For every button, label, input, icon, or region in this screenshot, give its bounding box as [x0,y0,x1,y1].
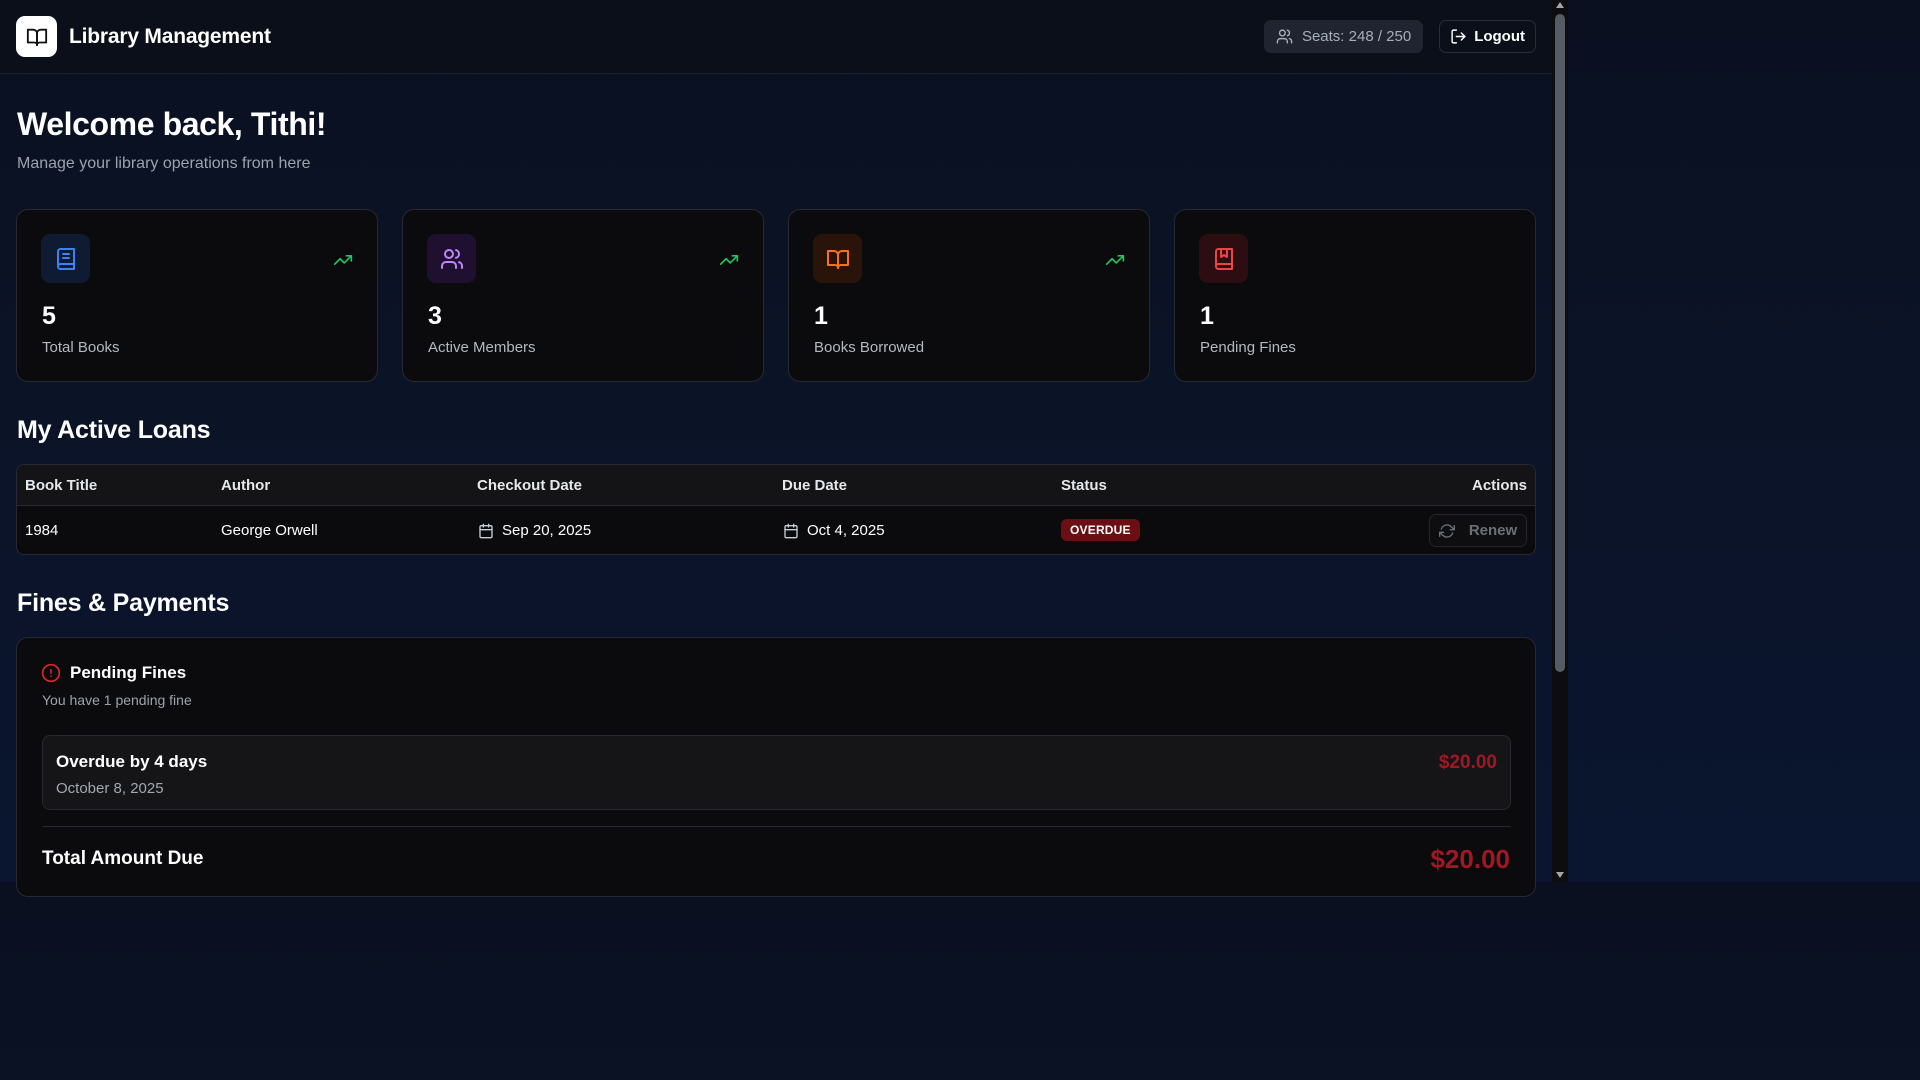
stat-label: Books Borrowed [814,339,925,356]
fine-date: October 8, 2025 [56,780,164,797]
pending-fines-card: Pending Fines You have 1 pending fine Ov… [16,637,1536,897]
due-date-text: Oct 4, 2025 [807,522,885,539]
calendar-icon [479,523,493,538]
fine-item: Overdue by 4 days October 8, 2025 $20.00 [42,735,1511,810]
fine-title: Overdue by 4 days [56,752,208,771]
trending-up-icon [719,255,739,265]
status-badge-overdue: OVERDUE [1061,519,1140,541]
scrollbar-thumb[interactable] [1555,14,1565,672]
loans-table: Book Title Author Checkout Date Due Date… [16,464,1536,555]
stat-card-books-borrowed: 1 Books Borrowed [788,209,1150,382]
column-header-due-date[interactable]: Due Date [782,477,847,494]
stat-value: 1 [814,302,828,330]
page-subtitle: Manage your library operations from here [17,155,311,172]
seats-label: Seats: 248 / 250 [1301,28,1412,45]
checkout-date-text: Sep 20, 2025 [502,522,592,539]
logout-button[interactable]: Logout [1439,20,1536,53]
stat-label: Pending Fines [1200,339,1296,356]
section-title-fines: Fines & Payments [17,589,230,617]
stat-card-total-books: 5 Total Books [16,209,378,382]
cell-book-title: 1984 [25,522,59,539]
table-header: Book Title Author Checkout Date Due Date… [17,465,1535,506]
stat-value: 3 [428,302,442,330]
book-icon [56,247,75,270]
bookmark-book-icon [1214,247,1233,270]
pending-fines-header: Pending Fines [41,663,186,683]
trending-up-icon [1105,255,1125,265]
scroll-down-arrow-icon[interactable] [1556,872,1564,878]
pending-fines-subtitle: You have 1 pending fine [42,692,192,708]
stat-icon-box [813,234,862,283]
stat-value: 1 [1200,302,1214,330]
page-title: Welcome back, Tithi! [17,106,327,142]
users-icon [440,248,463,269]
column-header-book-title[interactable]: Book Title [25,477,97,494]
logout-icon [1451,29,1466,44]
logout-label: Logout [1474,28,1525,45]
open-book-icon [826,249,849,269]
section-title-active-loans: My Active Loans [17,416,211,444]
table-row[interactable]: 1984 George Orwell Sep 20, 2025 Oct 4, 2… [17,506,1535,554]
open-book-icon [26,28,47,46]
column-header-checkout-date[interactable]: Checkout Date [477,477,582,494]
total-due-amount: $20.00 [1430,844,1510,874]
divider [42,826,1511,827]
calendar-icon [784,523,798,538]
scroll-up-arrow-icon[interactable] [1556,2,1564,8]
pending-fines-title: Pending Fines [70,663,187,682]
users-icon [1276,29,1293,44]
alert-circle-icon [41,663,61,683]
app-title: Library Management [69,24,271,48]
scrollbar[interactable] [1552,0,1568,882]
column-header-author[interactable]: Author [221,477,270,494]
stat-icon-box [427,234,476,283]
stat-card-pending-fines: 1 Pending Fines [1174,209,1536,382]
refresh-icon [1438,523,1455,538]
cell-due-date: Oct 4, 2025 [783,522,885,539]
top-navbar: Library Management Seats: 248 / 250 Logo… [0,0,1552,74]
stat-icon-box [1199,234,1248,283]
stat-card-active-members: 3 Active Members [402,209,764,382]
stat-label: Active Members [428,339,536,356]
column-header-status[interactable]: Status [1061,477,1107,494]
stat-value: 5 [42,302,56,330]
renew-label: Renew [1468,522,1518,539]
app-logo[interactable] [16,16,57,57]
stat-label: Total Books [42,339,120,356]
cell-author: George Orwell [221,522,318,539]
trending-up-icon [333,255,353,265]
fine-amount: $20.00 [1438,752,1497,773]
renew-button[interactable]: Renew [1429,514,1527,547]
column-header-actions: Actions [1471,477,1527,494]
seats-indicator: Seats: 248 / 250 [1263,20,1424,53]
cell-checkout-date: Sep 20, 2025 [478,522,591,539]
total-due-label: Total Amount Due [42,848,204,869]
stat-icon-box [41,234,90,283]
